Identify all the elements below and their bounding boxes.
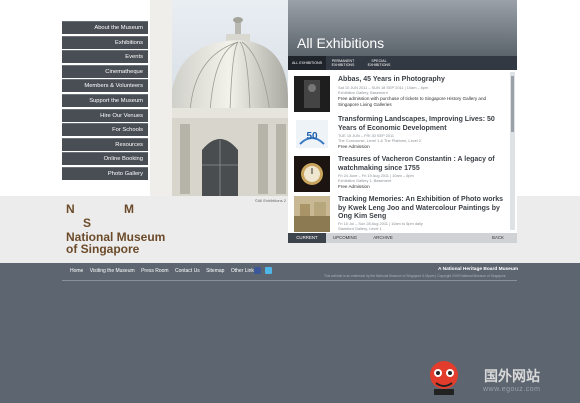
exhibition-item[interactable]: Tracking Memories: An Exhibition of Phot… <box>294 196 509 232</box>
nav-cinematheque[interactable]: Cinematheque <box>62 64 148 78</box>
exhibition-thumbnail[interactable] <box>294 156 330 192</box>
panel-title: All Exhibitions <box>297 35 385 51</box>
museum-dome-photo <box>150 0 288 196</box>
nav-support-the-museum[interactable]: Support the Museum <box>62 93 148 107</box>
nav-resources[interactable]: Resources <box>62 137 148 151</box>
exhibition-description: Free Admission <box>338 184 370 189</box>
nav-events[interactable]: Events <box>62 50 148 64</box>
logo-letter-m: M <box>124 202 134 216</box>
footer-link-sitemap[interactable]: Sitemap <box>206 268 224 274</box>
exhibition-thumbnail[interactable] <box>294 76 330 112</box>
museum-logo-letters: N M S <box>66 202 182 230</box>
exhibition-description: Free admission with purchase of tickets … <box>338 96 487 107</box>
footer-link-visiting[interactable]: Visiting the Museum <box>90 268 135 274</box>
tab-permanent-exhibitions[interactable]: PERMANENT EXHIBITIONS <box>326 56 360 70</box>
footer-links: Home Visiting the Museum Press Room Cont… <box>70 268 261 274</box>
tab-upcoming[interactable]: UPCOMING <box>326 233 364 243</box>
exhibition-thumbnail[interactable] <box>294 196 330 232</box>
copyright-text: This website is an extension by the Nati… <box>324 274 506 278</box>
nav-photo-gallery[interactable]: Photo Gallery <box>62 166 148 180</box>
footer-divider <box>62 280 517 281</box>
exhibition-title[interactable]: Treasures of Vacheron Constantin : A leg… <box>338 156 510 173</box>
footer-link-other-links[interactable]: Other Links <box>231 268 257 274</box>
tab-archive[interactable]: ARCHIVE <box>364 233 402 243</box>
exhibition-title[interactable]: Transforming Landscapes, Improving Lives… <box>338 116 510 133</box>
watermark-logo-icon <box>430 361 458 395</box>
exhibition-venue: Stamford Gallery, Level 1 <box>338 225 382 231</box>
svg-text:50: 50 <box>306 131 318 142</box>
panel-header: All Exhibitions <box>288 0 517 56</box>
back-button[interactable]: BACK <box>479 233 517 243</box>
nav-about-the-museum[interactable]: About the Museum <box>62 21 148 34</box>
exhibition-item[interactable]: Treasures of Vacheron Constantin : A leg… <box>294 156 509 192</box>
exhibition-venue: Exhibition Gallery, Basement <box>338 89 388 95</box>
scrollbar-thumb[interactable] <box>511 76 514 132</box>
exhibitions-panel: All Exhibitions ALL EXHIBITIONS PERMANEN… <box>288 0 517 243</box>
footer-link-contact-us[interactable]: Contact Us <box>175 268 200 274</box>
nhb-credit[interactable]: A National Heritage Board Museum <box>438 267 518 272</box>
exhibition-status-tabs: CURRENT UPCOMING ARCHIVE BACK <box>288 233 517 243</box>
exhibition-venue: Exhibition Gallery 1, Basement <box>338 177 392 183</box>
nav-hire-our-venues[interactable]: Hire Our Venues <box>62 108 148 122</box>
logo-letter-s: S <box>83 216 92 230</box>
nav-members-volunteers[interactable]: Members & Volunteers <box>62 79 148 93</box>
tab-all-exhibitions[interactable]: ALL EXHIBITIONS <box>288 56 326 70</box>
exhibition-description: Free Admission <box>338 144 370 149</box>
nav-online-booking[interactable]: Online Booking <box>62 152 148 166</box>
exhibition-title[interactable]: Abbas, 45 Years in Photography <box>338 76 510 85</box>
watermark-url: www.egouz.com <box>483 386 541 393</box>
exhibition-title[interactable]: Tracking Memories: An Exhibition of Phot… <box>338 196 510 222</box>
footer-link-press-room[interactable]: Press Room <box>141 268 169 274</box>
exhibition-venue: The Concourse, Level 1 & The Platform, L… <box>338 137 421 143</box>
museum-name[interactable]: National Museum of Singapore <box>66 231 165 255</box>
exhibition-item[interactable]: Abbas, 45 Years in Photography Sat 10 JU… <box>294 76 509 112</box>
exhibition-filter-tabs: ALL EXHIBITIONS PERMANENT EXHIBITIONS SPE… <box>288 56 517 70</box>
twitter-icon[interactable] <box>265 267 272 274</box>
watermark-text: 国外网站 <box>484 368 540 384</box>
exhibition-list[interactable]: Abbas, 45 Years in Photography Sat 10 JU… <box>288 70 510 232</box>
footer-link-home[interactable]: Home <box>70 268 83 274</box>
main-nav: About the Museum Exhibitions Events Cine… <box>62 21 148 182</box>
nav-exhibitions[interactable]: Exhibitions <box>62 35 148 49</box>
facebook-icon[interactable] <box>254 267 261 274</box>
museum-name-line2: of Singapore <box>66 242 140 256</box>
tab-current[interactable]: CURRENT <box>288 233 326 243</box>
exhibition-item[interactable]: 50 Transforming Landscapes, Improving Li… <box>294 116 509 152</box>
exhibition-thumbnail[interactable]: 50 <box>294 116 330 152</box>
nav-for-schools[interactable]: For Schools <box>62 123 148 137</box>
tab-special-exhibitions[interactable]: SPECIAL EXHIBITIONS <box>362 56 396 70</box>
logo-letter-n: N <box>66 202 75 216</box>
